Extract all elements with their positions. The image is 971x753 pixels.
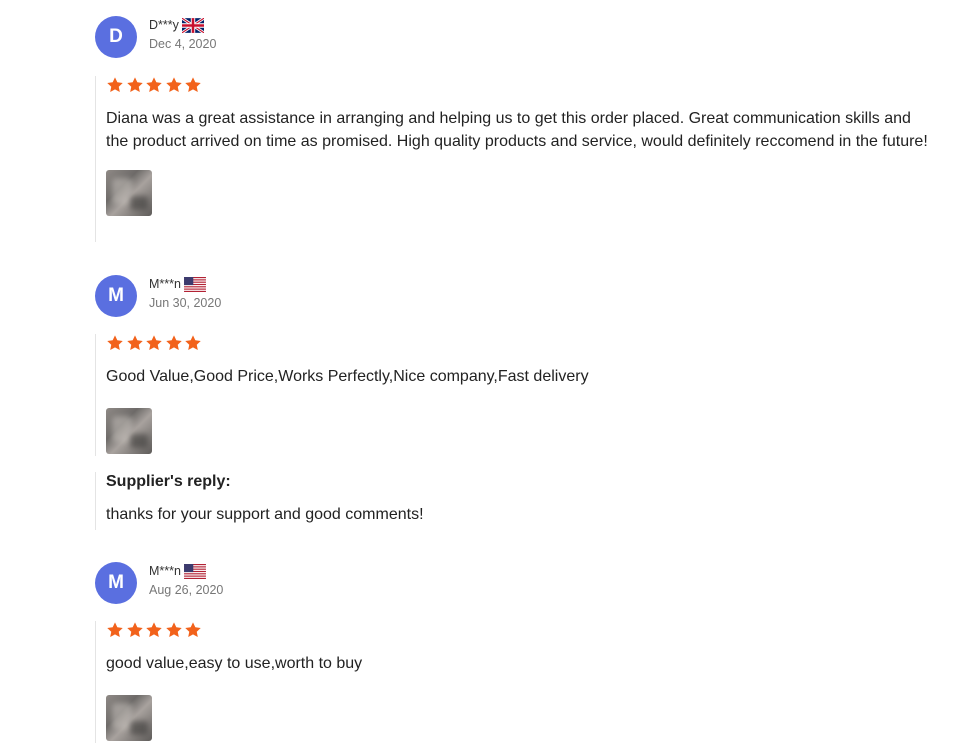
supplier-reply-title: Supplier's reply: (106, 473, 231, 490)
supplier-reply: Supplier's reply: thanks for your suppor… (95, 472, 955, 530)
review-item: M M***n (95, 562, 955, 743)
star-rating (106, 621, 955, 639)
star-icon (126, 76, 144, 94)
reviewer-meta: M***n (149, 563, 223, 597)
review-header: M M***n (95, 562, 955, 604)
reviewer-meta: M***n (149, 276, 221, 310)
uk-flag-icon (181, 16, 205, 34)
star-icon (126, 621, 144, 639)
star-icon (106, 76, 124, 94)
reviewer-name: M***n (149, 277, 181, 291)
star-icon (184, 621, 202, 639)
review-text: good value,easy to use,worth to buy (106, 655, 363, 672)
star-icon (165, 621, 183, 639)
review-date: Jun 30, 2020 (149, 296, 222, 310)
review-header: M M***n (95, 275, 955, 317)
reviewer-name: M***n (149, 564, 181, 578)
star-rating (106, 334, 955, 352)
avatar: D (95, 16, 137, 58)
star-icon (106, 334, 124, 352)
star-icon (145, 76, 163, 94)
us-flag-icon (184, 563, 206, 579)
review-date: Dec 4, 2020 (149, 37, 217, 51)
star-icon (145, 334, 163, 352)
avatar: M (95, 562, 137, 604)
review-photo-thumbnail[interactable] (106, 695, 152, 741)
star-icon (165, 76, 183, 94)
us-flag-icon (184, 276, 206, 292)
star-icon (106, 621, 124, 639)
star-icon (184, 76, 202, 94)
supplier-reply-text: thanks for your support and good comment… (106, 506, 424, 523)
reviewer-meta: D***y Dec 4, 2020 (149, 16, 217, 51)
star-icon (184, 334, 202, 352)
review-text: Diana was a great assistance in arrangin… (106, 110, 928, 150)
star-icon (165, 334, 183, 352)
review-item: D D***y Dec 4, 2020 Diana was a great as… (95, 16, 955, 242)
review-body: Diana was a great assistance in arrangin… (95, 76, 955, 242)
review-item: M M***n (95, 275, 955, 530)
review-photo-thumbnail[interactable] (106, 408, 152, 454)
review-text: Good Value,Good Price,Works Perfectly,Ni… (106, 368, 589, 385)
star-icon (145, 621, 163, 639)
review-photo-thumbnail[interactable] (106, 170, 152, 216)
review-body: Good Value,Good Price,Works Perfectly,Ni… (95, 334, 955, 456)
star-rating (106, 76, 955, 94)
avatar: M (95, 275, 137, 317)
reviews-list: D D***y Dec 4, 2020 Diana was a great as… (0, 0, 971, 753)
review-date: Aug 26, 2020 (149, 583, 224, 597)
review-body: good value,easy to use,worth to buy (95, 621, 955, 743)
reviewer-name: D***y (149, 18, 179, 32)
review-header: D D***y Dec 4, 2020 (95, 16, 955, 58)
star-icon (126, 334, 144, 352)
